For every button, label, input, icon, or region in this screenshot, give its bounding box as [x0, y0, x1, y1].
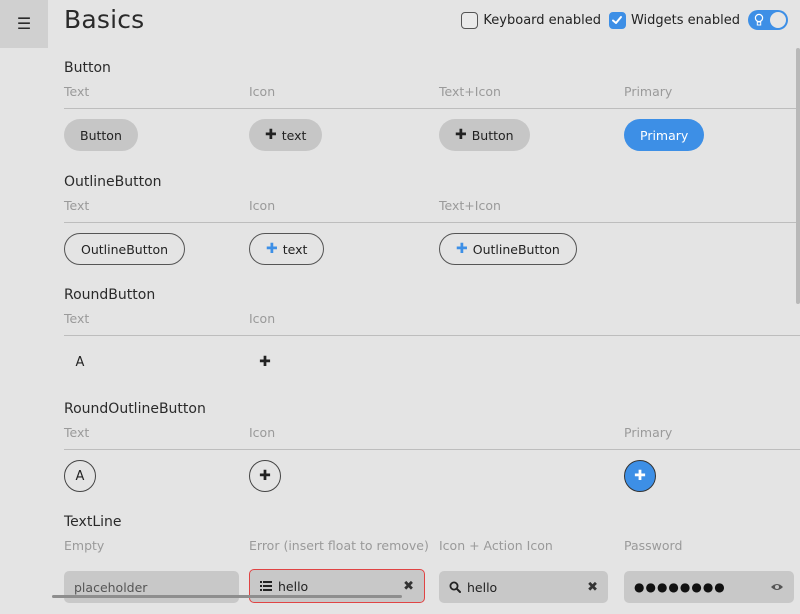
section-outline-button: OutlineButton Text Icon Text+Icon Outlin… [64, 172, 800, 275]
plus-icon: ✚ [265, 127, 277, 143]
button-label: OutlineButton [472, 241, 560, 257]
round-outline-text-button[interactable]: A [64, 460, 96, 492]
round-outline-icon-button[interactable]: ✚ [249, 460, 281, 492]
outline-text-button[interactable]: OutlineButton [64, 233, 186, 265]
widgets-enabled-checkbox[interactable]: Widgets enabled [608, 11, 740, 29]
clear-icon[interactable]: ✖ [403, 579, 414, 594]
icon-button[interactable]: ✚ text [249, 119, 323, 151]
outline-button-row: OutlineButton ✚ text ✚ OutlineButton [64, 223, 800, 275]
col-header-primary: Primary [624, 425, 673, 440]
password-input[interactable]: ●●●●●●●● [624, 571, 794, 603]
column-headers: Text Icon Text+Icon [64, 198, 800, 223]
plus-icon: ✚ [259, 354, 271, 370]
col-header-empty: Empty [64, 538, 105, 553]
col-header-icon: Icon [249, 198, 276, 213]
section-text-line: TextLine Empty Error (insert float to re… [64, 512, 800, 614]
col-header-text-icon: Text+Icon [439, 84, 501, 99]
primary-button[interactable]: Primary [624, 119, 705, 151]
keyboard-enabled-checkbox[interactable]: Keyboard enabled [461, 11, 601, 29]
col-header-primary: Primary [624, 84, 673, 99]
column-headers: Text Icon Text+Icon Primary [64, 84, 800, 109]
toggle-knob [770, 12, 786, 28]
input-placeholder: placeholder [74, 579, 148, 595]
plus-icon: ✚ [266, 241, 278, 257]
eye-icon[interactable] [770, 580, 784, 595]
col-header-text: Text [64, 84, 90, 99]
round-icon-button[interactable]: ✚ [249, 346, 281, 378]
button-label: Primary [640, 127, 689, 143]
col-header-icon: Icon [249, 84, 276, 99]
checkbox-unchecked-icon [461, 11, 479, 29]
section-title: RoundButton [64, 287, 156, 303]
horizontal-scrollbar[interactable] [52, 595, 402, 598]
col-header-text: Text [64, 425, 90, 440]
plus-icon: ✚ [259, 468, 271, 484]
search-icon [449, 581, 461, 593]
keyboard-enabled-label: Keyboard enabled [483, 12, 601, 28]
column-headers: Empty Error (insert float to remove) Ico… [64, 538, 800, 562]
theme-toggle-switch[interactable] [748, 10, 788, 30]
button-label: A [75, 354, 85, 370]
column-headers: Text Icon [64, 311, 800, 336]
password-dots: ●●●●●●●● [634, 580, 726, 594]
section-title: TextLine [64, 514, 122, 530]
widgets-enabled-label: Widgets enabled [630, 12, 740, 28]
section-title: OutlineButton [64, 174, 162, 190]
button-label: Button [80, 127, 122, 143]
col-header-icon: Icon [249, 425, 276, 440]
vertical-scrollbar[interactable] [796, 48, 800, 304]
button-label: Button [471, 127, 514, 143]
button-label: A [75, 468, 85, 484]
section-round-button: RoundButton Text Icon A ✚ [64, 285, 800, 388]
hamburger-menu-icon: ☰ [16, 14, 32, 33]
empty-text-input[interactable]: placeholder [64, 571, 239, 603]
section-title: RoundOutlineButton [64, 401, 206, 417]
button-row: Button ✚ text ✚ Button Primary [64, 109, 800, 161]
list-icon [260, 581, 272, 591]
col-header-text: Text [64, 311, 90, 326]
input-value: hello [467, 579, 498, 595]
section-button: Button Text Icon Text+Icon Primary Butto… [64, 58, 800, 161]
menu-button[interactable]: ☰ [0, 0, 48, 48]
lightbulb-icon [754, 13, 764, 26]
round-outline-primary-button[interactable]: ✚ [624, 460, 656, 492]
round-outline-button-row: A ✚ ✚ [64, 450, 800, 502]
clear-icon[interactable]: ✖ [587, 580, 598, 595]
text-button[interactable]: Button [64, 119, 138, 151]
section-title: Button [64, 60, 111, 76]
outline-text-icon-button[interactable]: ✚ OutlineButton [439, 233, 577, 265]
round-button-row: A ✚ [64, 336, 800, 388]
col-header-icon: Icon [249, 311, 276, 326]
outline-icon-button[interactable]: ✚ text [249, 233, 325, 265]
plus-icon: ✚ [456, 241, 468, 257]
text-icon-button[interactable]: ✚ Button [439, 119, 530, 151]
button-label: OutlineButton [81, 241, 169, 257]
column-headers: Text Icon Primary [64, 425, 800, 450]
col-header-text-icon: Text+Icon [439, 198, 501, 213]
section-round-outline-button: RoundOutlineButton Text Icon Primary A ✚… [64, 399, 800, 502]
button-label: text [281, 127, 307, 143]
col-header-password: Password [624, 538, 683, 553]
plus-icon: ✚ [455, 127, 467, 143]
input-value: hello [278, 578, 309, 594]
top-toolbar: Keyboard enabled Widgets enabled [461, 10, 788, 30]
button-label: text [282, 241, 308, 257]
plus-icon: ✚ [634, 468, 646, 484]
col-header-error: Error (insert float to remove) [249, 538, 429, 553]
col-header-icon-action: Icon + Action Icon [439, 538, 553, 553]
col-header-text: Text [64, 198, 90, 213]
round-text-button[interactable]: A [64, 346, 96, 378]
page-title: Basics [64, 5, 145, 34]
icon-action-text-input[interactable]: hello ✖ [439, 571, 608, 603]
text-line-row: placeholder hello ✖ hello ✖ ●●●●●●●● [64, 562, 800, 614]
checkmark-icon [608, 11, 626, 29]
